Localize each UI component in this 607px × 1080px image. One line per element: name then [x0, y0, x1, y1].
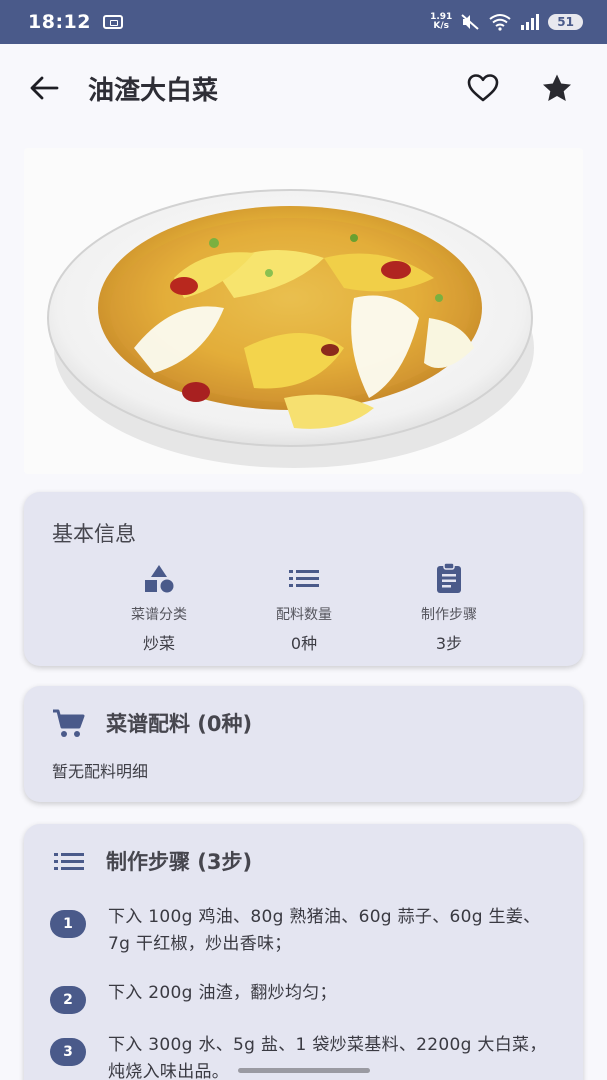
steps-card: 制作步骤 (3步) 1 下入 100g 鸡油、80g 熟猪油、60g 蒜子、60… [24, 824, 583, 1080]
status-bar: 18:12 1.91 K/s 51 [0, 0, 607, 44]
step-text: 下入 100g 鸡油、80g 熟猪油、60g 蒜子、60g 生姜、7g 干红椒，… [108, 907, 541, 954]
wifi-icon [489, 14, 511, 31]
app-bar-actions [461, 66, 579, 110]
info-item-ingredient-count: 配料数量 0种 [249, 552, 359, 654]
list-icon [289, 570, 319, 587]
screen-record-icon [102, 15, 123, 29]
ingredients-title: 菜谱配料 (0种) [106, 712, 253, 736]
basic-info-row: 菜谱分类 炒菜 配料数量 0种 制作步骤 3步 [104, 552, 504, 654]
signal-icon [521, 14, 540, 30]
step-number: 1 [50, 910, 86, 938]
ingredients-empty-text: 暂无配料明细 [52, 762, 149, 781]
basic-info-title: 基本信息 [52, 522, 136, 546]
clipboard-icon [437, 562, 461, 593]
status-icons: 1.91 K/s 51 [430, 13, 583, 31]
basic-info-card: 基本信息 菜谱分类 炒菜 配料数量 0种 制作步骤 3步 [24, 492, 583, 666]
network-speed: 1.91 K/s [430, 13, 452, 31]
list-icon [54, 853, 84, 870]
steps-title: 制作步骤 (3步) [106, 850, 253, 874]
favorite-button[interactable] [461, 66, 505, 110]
step-item: 1 下入 100g 鸡油、80g 熟猪油、60g 蒜子、60g 生姜、7g 干红… [50, 904, 560, 958]
mute-icon [461, 14, 479, 30]
info-value: 炒菜 [142, 634, 175, 653]
back-button[interactable] [28, 72, 60, 104]
star-button[interactable] [535, 66, 579, 110]
step-number: 2 [50, 986, 86, 1014]
info-item-step-count: 制作步骤 3步 [394, 552, 504, 654]
step-text: 下入 200g 油渣，翻炒均匀； [108, 983, 337, 1003]
status-time: 18:12 [28, 11, 91, 33]
star-icon [543, 74, 571, 101]
dish-image [24, 148, 583, 474]
info-label: 菜谱分类 [131, 607, 187, 623]
page-title: 油渣大白菜 [88, 75, 219, 106]
home-indicator[interactable] [238, 1068, 370, 1073]
info-label: 制作步骤 [421, 607, 477, 623]
battery-indicator: 51 [548, 14, 583, 30]
info-item-category: 菜谱分类 炒菜 [104, 552, 214, 654]
info-value: 0种 [290, 634, 318, 653]
step-item: 2 下入 200g 油渣，翻炒均匀； [50, 980, 560, 1014]
info-label: 配料数量 [276, 607, 332, 623]
app-bar: 油渣大白菜 [0, 44, 607, 132]
heart-outline-icon [467, 74, 499, 102]
network-speed-unit: K/s [433, 21, 449, 31]
dish-photo [24, 148, 583, 474]
arrow-left-icon [30, 76, 59, 100]
info-value: 3步 [435, 634, 463, 653]
steps-header: 制作步骤 (3步) [52, 846, 252, 876]
shopping-cart-icon [53, 709, 85, 737]
step-number: 3 [50, 1038, 86, 1066]
ingredients-header: 菜谱配料 (0种) [52, 708, 252, 738]
ingredients-card: 菜谱配料 (0种) 暂无配料明细 [24, 686, 583, 802]
category-icon [145, 565, 174, 593]
